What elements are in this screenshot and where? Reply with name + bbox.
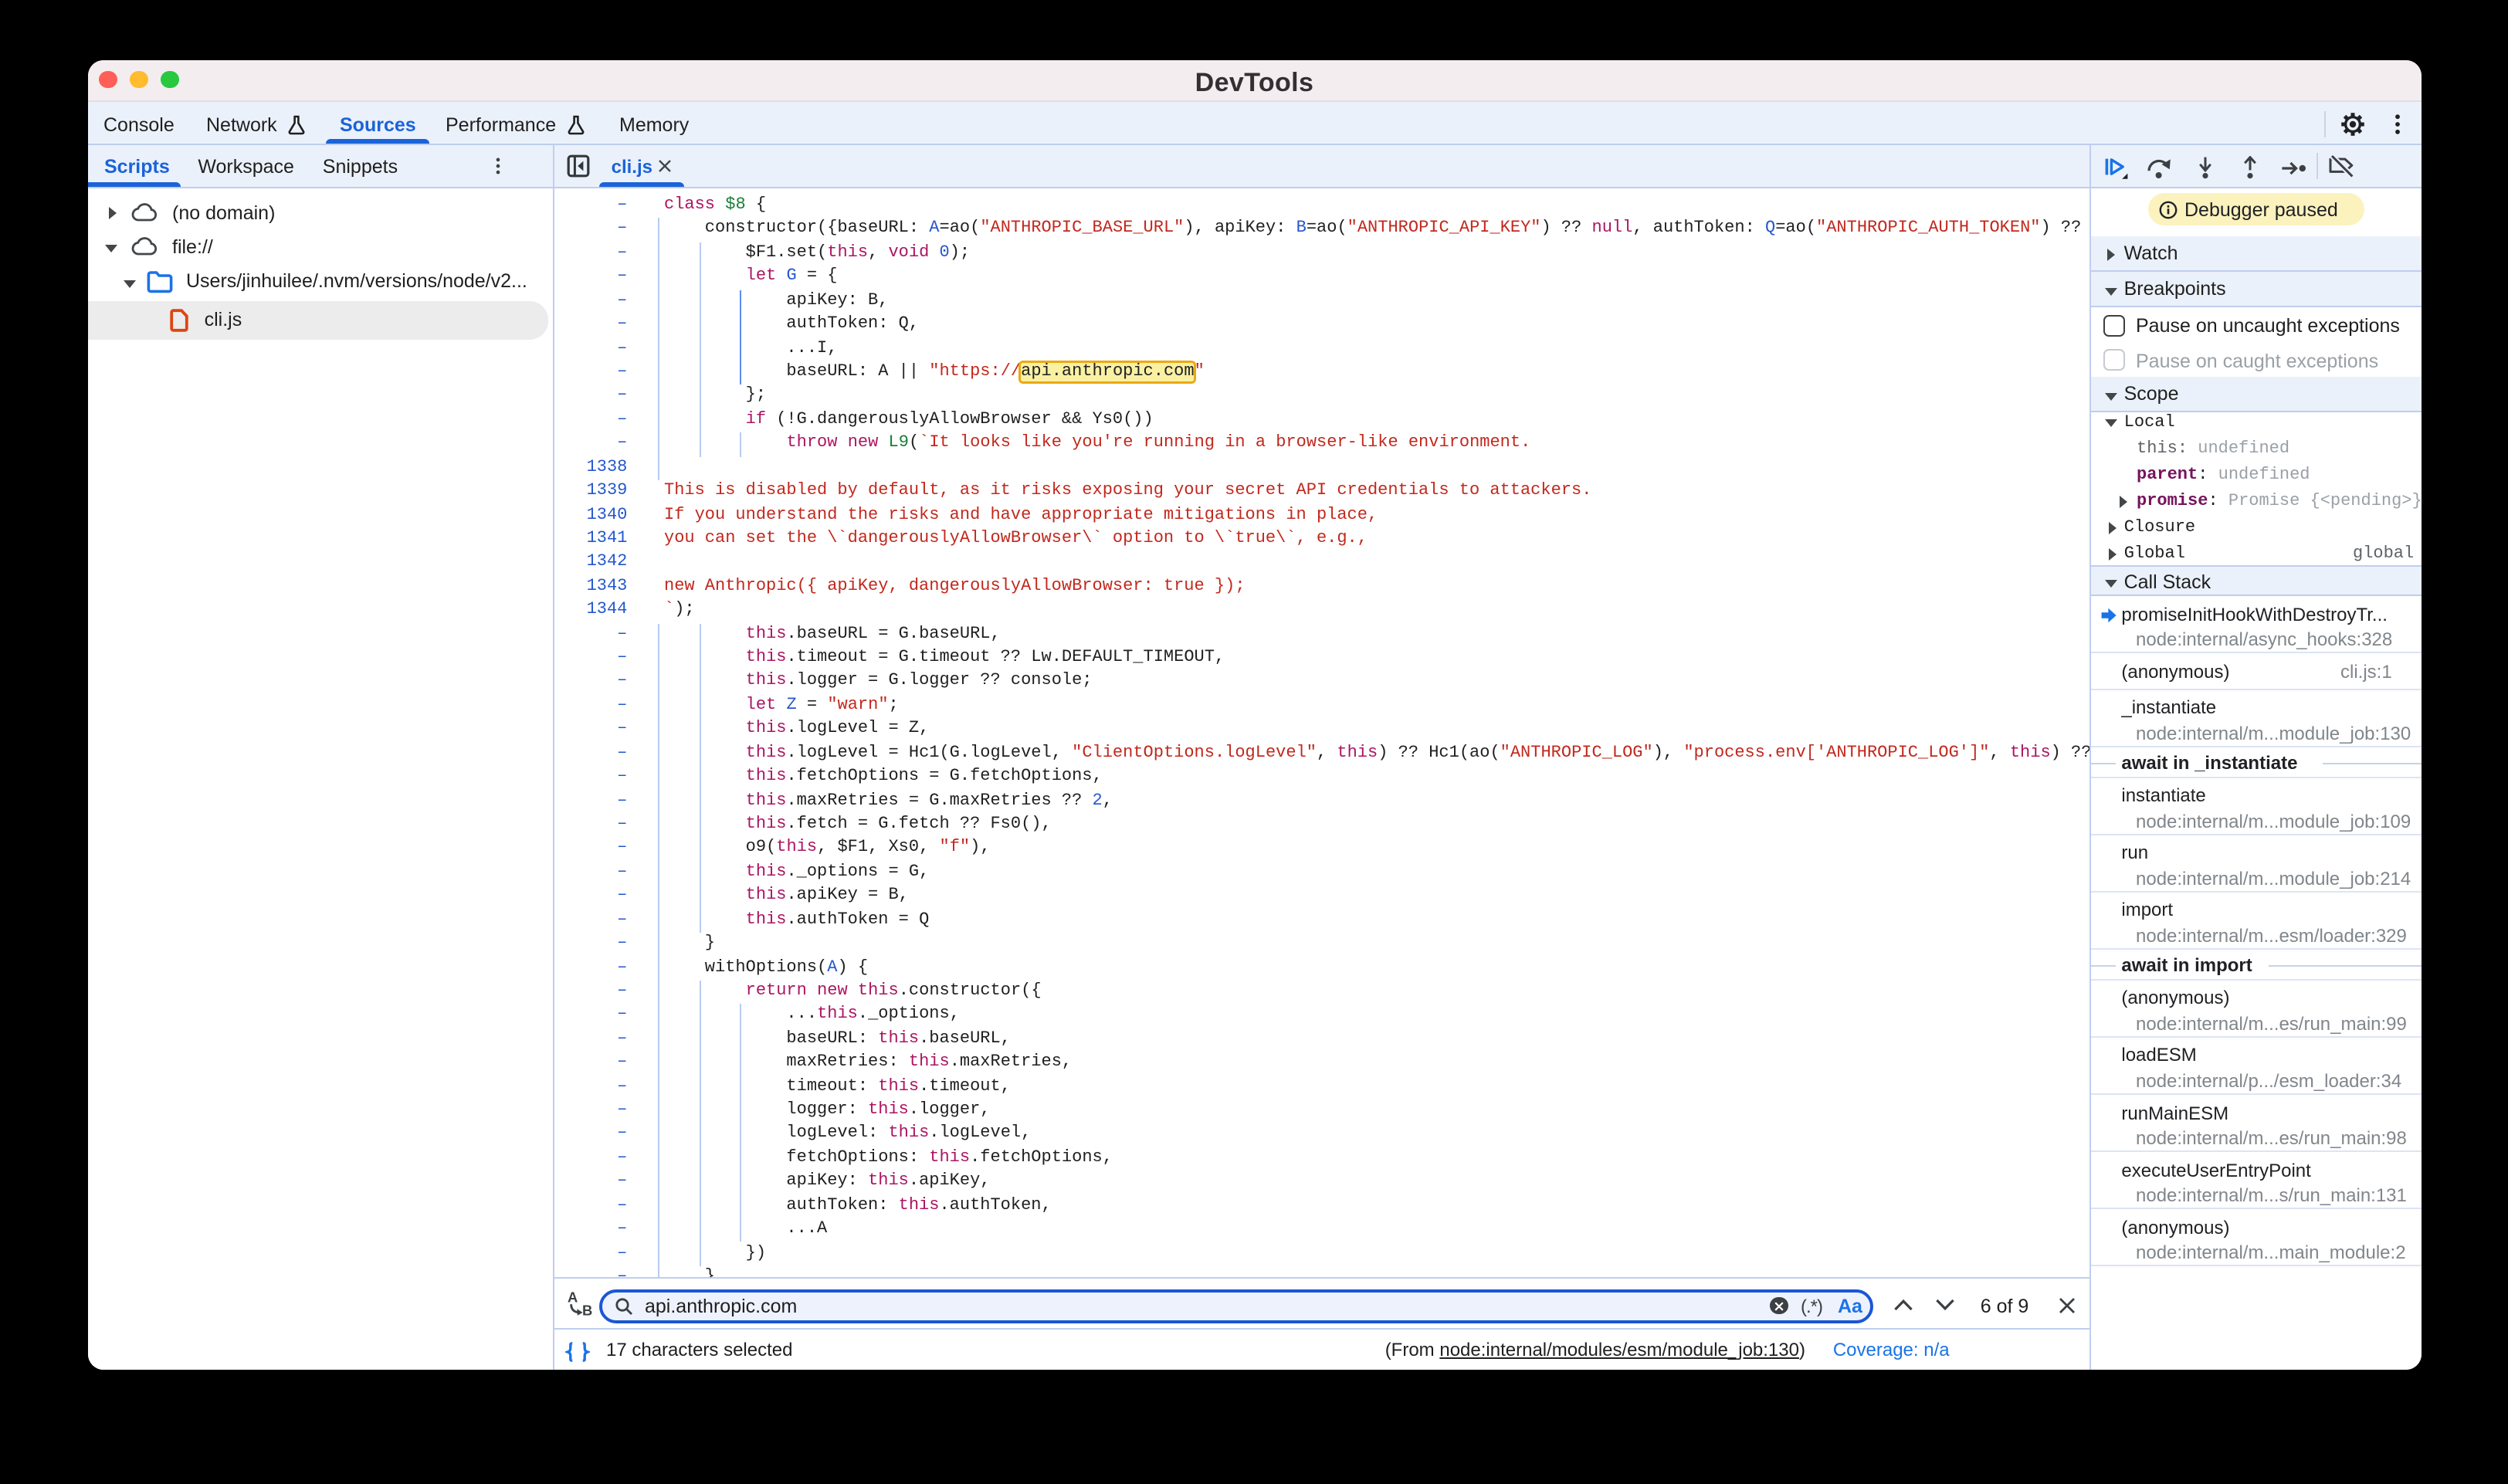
svg-text:A: A: [568, 1289, 578, 1305]
svg-text:B: B: [582, 1303, 592, 1316]
